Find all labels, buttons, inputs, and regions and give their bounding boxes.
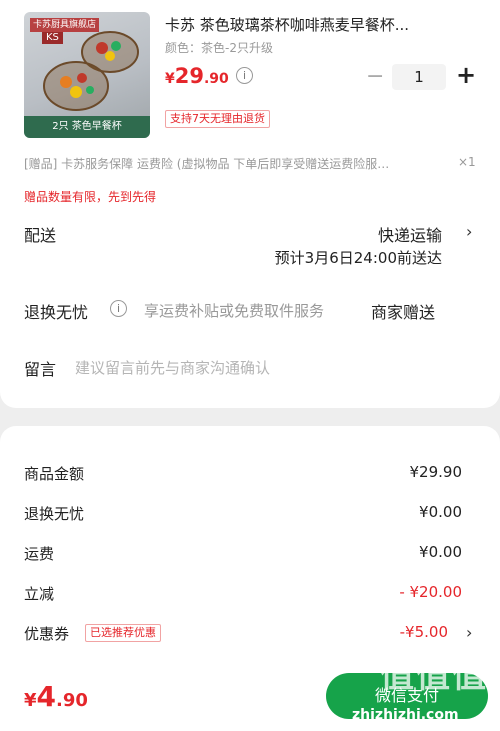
return-policy-badge: 支持7天无理由退货 [165,110,270,128]
watermark-url: zhizhizhi.com [352,707,459,723]
plus-icon[interactable]: + [456,61,476,89]
delivery-label: 配送 [24,226,57,245]
total-decimal: .90 [56,690,88,711]
worry-free-gift: 商家赠送 [371,303,436,322]
delivery-date: 预计3月6日24:00前送达 [274,249,442,267]
total-integer: 4 [36,680,57,713]
worry-free-label: 退换无忧 [24,303,89,322]
price-integer: 29 [174,64,204,88]
delivery-method[interactable]: 快递运输 [378,222,442,246]
worry-free-desc: 享运费补贴或免费取件服务 [144,302,325,320]
gift-quantity: ×1 [458,155,476,169]
price-currency: ¥ [165,71,175,87]
product-spec[interactable]: 颜色：茶色-2只升级 [165,39,273,56]
discount-label: 立减 [24,585,55,603]
product-price: ¥29.90 [165,64,229,88]
chevron-right-icon[interactable]: › [466,222,472,241]
chevron-right-icon[interactable]: › [466,623,472,642]
info-icon[interactable]: i [110,300,127,317]
minus-icon[interactable]: − [366,64,384,89]
worry-free-fee-value: ¥0.00 [419,503,462,521]
coupon-value[interactable]: -¥5.00 [400,623,448,641]
quantity-field[interactable]: 1 [392,64,446,90]
image-caption: 2只 茶色早餐杯 [24,116,150,138]
total-currency: ¥ [24,690,37,711]
message-label: 留言 [24,360,57,379]
shipping-value: ¥0.00 [419,543,462,561]
total-price: ¥4.90 [24,680,88,713]
coupon-badge[interactable]: 已选推荐优惠 [85,624,161,642]
order-item-card: 卡苏厨具旗舰店 KS 2只 茶色早餐杯 卡苏 茶色玻璃茶杯咖啡燕麦早餐杯... … [0,0,500,408]
watermark-logo: 值值值 [380,656,488,696]
shipping-label: 运费 [24,545,55,563]
items-amount-value: ¥29.90 [409,463,463,481]
gift-line[interactable]: [赠品] 卡苏服务保障 运费险 (虚拟物品 下单后即享受赠送运费险服… [24,155,472,172]
info-icon[interactable]: i [236,67,253,84]
discount-value: - ¥20.00 [399,583,462,601]
gift-limit-note: 赠品数量有限，先到先得 [24,190,157,204]
message-input[interactable]: 建议留言前先与商家沟通确认 [75,357,270,378]
items-amount-label: 商品金额 [24,465,85,483]
worry-free-fee-label: 退换无忧 [24,505,85,523]
price-decimal: .90 [203,71,229,87]
product-title[interactable]: 卡苏 茶色玻璃茶杯咖啡燕麦早餐杯... [165,14,465,35]
product-image[interactable]: 卡苏厨具旗舰店 KS 2只 茶色早餐杯 [24,12,150,138]
coupon-label: 优惠券 [24,625,70,643]
